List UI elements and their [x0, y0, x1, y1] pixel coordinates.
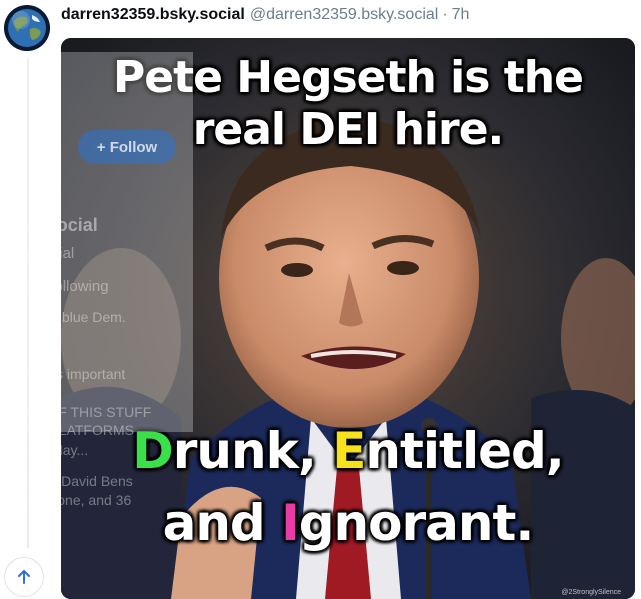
meme-word-and: and [162, 494, 282, 552]
follow-button[interactable]: + Follow [78, 130, 176, 164]
author-name[interactable]: darren32359.bsky.social [61, 6, 245, 24]
author-avatar[interactable] [4, 5, 50, 51]
profile-hover-card: + Follow bsky.social bsky.social 48.1K f… [0, 52, 193, 508]
image-watermark: @2StronglySilence [561, 589, 621, 596]
author-handle[interactable]: @darren32359.bsky.social [250, 6, 439, 24]
arrow-up-icon [18, 570, 30, 584]
scroll-to-top-button[interactable] [4, 557, 44, 597]
hover-card-bio-line: and solid blue Dem. [2, 309, 126, 325]
hover-card-stats: 48.1K following [6, 278, 109, 295]
hover-card-bio-line: T OUT OF THIS STUFF [2, 404, 152, 420]
hover-card-display-name: bsky.social [2, 215, 98, 235]
hover-card-followed-by[interactable]: bano Kolone, and 36 [2, 492, 131, 508]
post-header: darren32359.bsky.social @darren32359.bsk… [61, 6, 469, 28]
meme-letter-e: E [332, 422, 366, 480]
separator-dot: · [442, 6, 448, 23]
follow-button-label: + Follow [96, 138, 158, 156]
hover-card-handle: bsky.social [2, 245, 75, 262]
hover-card-bio-line: unless it's important [2, 366, 126, 382]
following-label[interactable]: following [50, 278, 108, 295]
hover-card-bio-line: MEDIA PLATFORMS [2, 422, 134, 438]
meme-word-gnorant: gnorant. [298, 494, 535, 552]
hover-card-followed-by[interactable]: lowed by David Bens [2, 473, 133, 489]
meme-caption-bottom-line-2: and Ignorant. [61, 494, 635, 552]
hover-card-bio-line: e a nice day... [2, 442, 89, 458]
post-timestamp[interactable]: 7h [452, 6, 470, 24]
meme-letter-i: I [281, 494, 300, 552]
earth-globe-icon [4, 5, 50, 51]
post-view: darren32359.bsky.social @darren32359.bsk… [0, 0, 641, 599]
meme-word-ntitled: ntitled, [365, 422, 564, 480]
meme-word-runk: runk, [172, 422, 317, 480]
followers-count[interactable]: 48.1K [6, 278, 46, 295]
